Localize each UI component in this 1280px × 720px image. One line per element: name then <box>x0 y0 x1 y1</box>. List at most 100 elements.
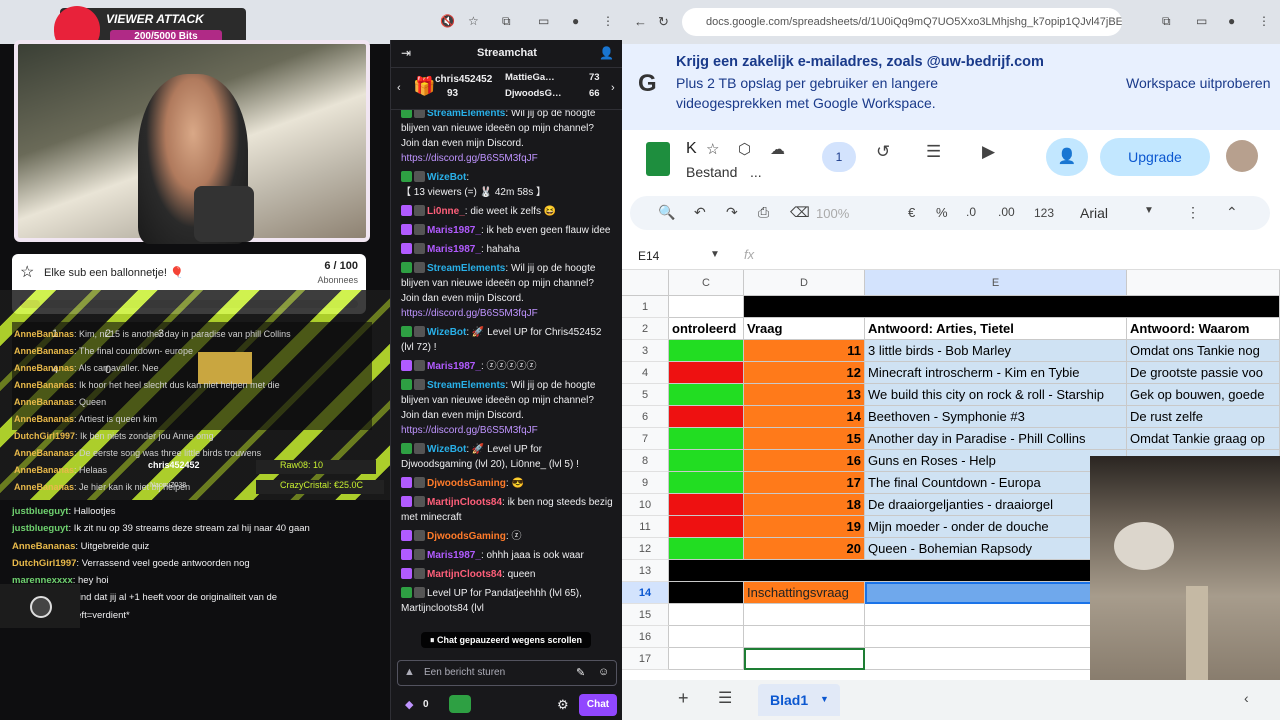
answer-cell[interactable]: Beethoven - Symphonie #3 <box>865 406 1127 428</box>
name-box-dropdown-icon[interactable]: ▼ <box>710 249 720 260</box>
chat-user[interactable]: Li0nne_ <box>427 206 465 217</box>
question-number-cell[interactable]: 13 <box>744 384 865 406</box>
selected-cell-e14[interactable] <box>865 582 1127 604</box>
paint-format-icon[interactable]: ⌫ <box>790 204 810 221</box>
emote-icon[interactable]: ☺ <box>598 666 609 678</box>
question-number-cell[interactable]: 11 <box>744 340 865 362</box>
status-cell[interactable] <box>669 384 744 406</box>
prime-icon[interactable] <box>449 695 471 713</box>
status-cell[interactable] <box>669 362 744 384</box>
chat-user[interactable]: WizeBot <box>427 444 466 455</box>
cast-icon[interactable]: ▭ <box>538 14 549 28</box>
answer-cell[interactable]: Guns en Roses - Help <box>865 450 1127 472</box>
column-header-c[interactable]: C <box>669 270 744 296</box>
grid-cell[interactable] <box>669 604 744 626</box>
answer-cell[interactable]: The final Countdown - Europa <box>865 472 1127 494</box>
reason-cell[interactable]: De rust zelfe <box>1127 406 1280 428</box>
font-dropdown-icon[interactable]: ▼ <box>1144 205 1154 216</box>
name-box[interactable]: E14 <box>638 249 659 263</box>
grid-cell[interactable] <box>669 582 744 604</box>
status-cell[interactable] <box>669 516 744 538</box>
grid-cell[interactable] <box>744 296 1280 318</box>
answer-cell[interactable]: Queen - Bohemian Rapsody <box>865 538 1127 560</box>
chat-link[interactable]: https://discord.gg/B6S5M3fqJF <box>401 308 538 319</box>
chat-user[interactable]: WizeBot <box>427 327 466 338</box>
move-icon[interactable]: ⬡ <box>738 140 751 158</box>
chat-user[interactable]: DjwoodsGaming <box>427 478 506 489</box>
cloud-icon[interactable]: ☁ <box>770 140 785 158</box>
column-header-d[interactable]: D <box>744 270 865 296</box>
currency-button[interactable]: € <box>908 205 915 220</box>
estimation-question-cell[interactable]: Inschattingsvraag <box>744 582 865 604</box>
question-number-cell[interactable]: 14 <box>744 406 865 428</box>
sheet-tab-blad1[interactable]: Blad1 ▼ <box>758 684 840 716</box>
comments-icon[interactable]: ☰ <box>926 142 941 162</box>
grid-cell[interactable] <box>669 648 744 670</box>
font-select[interactable]: Arial <box>1080 205 1108 221</box>
header-cell-f[interactable]: Antwoord: Waarom <box>1127 318 1280 340</box>
grid-cell[interactable] <box>669 626 744 648</box>
settings-gear-icon[interactable]: ⚙ <box>557 697 569 713</box>
status-cell[interactable] <box>669 450 744 472</box>
status-cell[interactable] <box>669 406 744 428</box>
reason-cell[interactable]: Omdat Tankie graag op <box>1127 428 1280 450</box>
grid-cell[interactable] <box>744 604 865 626</box>
corner-cell[interactable] <box>622 270 669 296</box>
profile-icon[interactable]: ● <box>1228 14 1235 28</box>
question-number-cell[interactable]: 19 <box>744 516 865 538</box>
question-number-cell[interactable]: 16 <box>744 450 865 472</box>
chat-user[interactable]: WizeBot <box>427 172 466 183</box>
menu-more[interactable]: ... <box>750 164 762 180</box>
redo-icon[interactable]: ↷ <box>726 204 738 221</box>
question-number-cell[interactable]: 15 <box>744 428 865 450</box>
reload-icon[interactable]: ↻ <box>658 14 669 30</box>
mute-icon[interactable]: 🔇 <box>440 14 455 28</box>
collaborators-badge[interactable]: 1 <box>822 142 856 172</box>
question-number-cell[interactable]: 17 <box>744 472 865 494</box>
grid-cell[interactable] <box>744 648 865 670</box>
promo-link[interactable]: Workspace uitproberen <box>1126 75 1270 91</box>
question-number-cell[interactable]: 12 <box>744 362 865 384</box>
scroll-left-icon[interactable]: ‹ <box>1244 690 1249 706</box>
chat-user[interactable]: DjwoodsGaming <box>427 531 506 542</box>
status-cell[interactable] <box>669 494 744 516</box>
decrease-decimals-button[interactable]: .0 <box>966 205 976 219</box>
chat-paused-button[interactable]: ⏸ Chat gepauzeerd wegens scrollen <box>421 632 591 648</box>
bits-icon[interactable]: ✎ <box>576 666 585 679</box>
chat-user[interactable]: StreamElements <box>427 380 505 391</box>
next-arrow-icon[interactable]: › <box>611 82 615 94</box>
star-icon[interactable]: ☆ <box>468 14 479 28</box>
reason-cell[interactable]: De grootste passie voo <box>1127 362 1280 384</box>
answer-cell[interactable]: De draaiorgeljanties - draaiorgel <box>865 494 1127 516</box>
upgrade-button[interactable]: Upgrade <box>1100 138 1210 176</box>
status-cell[interactable] <box>669 538 744 560</box>
more-options-icon[interactable]: ⋮ <box>1186 204 1200 221</box>
status-cell[interactable] <box>669 472 744 494</box>
answer-cell[interactable]: Minecraft introscherm - Kim en Tybie <box>865 362 1127 384</box>
star-icon[interactable]: ☆ <box>706 140 719 158</box>
chat-user[interactable]: Maris1987_ <box>427 361 481 372</box>
grid-cell[interactable] <box>865 626 1127 648</box>
header-cell-c[interactable]: ontroleerd <box>669 318 744 340</box>
cast-icon[interactable]: ▭ <box>1196 14 1207 28</box>
grid-cell[interactable] <box>865 648 1127 670</box>
chat-user[interactable]: MartijnCloots84 <box>427 569 502 580</box>
user-avatar[interactable] <box>1226 140 1258 172</box>
meet-icon[interactable]: ▶ <box>982 142 995 162</box>
profile-icon[interactable]: ● <box>572 14 579 28</box>
add-sheet-icon[interactable]: + <box>678 688 689 709</box>
users-icon[interactable]: 👤 <box>599 46 614 60</box>
prev-arrow-icon[interactable]: ‹ <box>397 82 401 94</box>
all-sheets-icon[interactable]: ☰ <box>718 688 732 708</box>
chat-user[interactable]: StreamElements <box>427 110 505 119</box>
menu-icon[interactable]: ⋮ <box>602 14 614 28</box>
answer-cell[interactable]: Mijn moeder - onder de douche <box>865 516 1127 538</box>
share-icon[interactable]: 👤 <box>1046 138 1088 176</box>
extensions-icon[interactable]: ⧉ <box>502 14 511 29</box>
question-number-cell[interactable]: 18 <box>744 494 865 516</box>
chat-user[interactable]: Maris1987_ <box>427 244 481 255</box>
chat-link[interactable]: https://discord.gg/B6S5M3fqJF <box>401 153 538 164</box>
number-format-button[interactable]: 123 <box>1034 206 1054 220</box>
collapse-toolbar-icon[interactable]: ⌃ <box>1226 204 1238 221</box>
column-header-f[interactable] <box>1127 270 1280 296</box>
